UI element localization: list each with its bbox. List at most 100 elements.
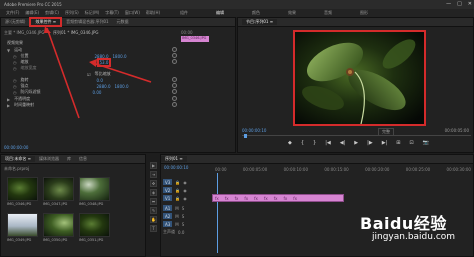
- mark-in-icon[interactable]: {: [301, 140, 304, 146]
- menu-sequence[interactable]: 序列(S): [65, 10, 79, 16]
- selection-tool-icon[interactable]: ▶: [150, 162, 157, 169]
- expand-triangle-icon[interactable]: ▼: [7, 48, 10, 53]
- timeline-playhead[interactable]: [217, 173, 218, 253]
- hand-tool-icon[interactable]: ✋: [150, 216, 157, 223]
- clip-thumbnail[interactable]: [79, 213, 110, 237]
- master-value[interactable]: 0.0: [178, 230, 184, 235]
- tab-media-browser[interactable]: 媒体浏览器: [35, 156, 63, 162]
- playhead-icon[interactable]: [244, 134, 247, 138]
- track-label[interactable]: A2: [163, 213, 173, 219]
- tab-project[interactable]: 项目:未命名 ≡: [1, 156, 35, 162]
- clip-thumbnail[interactable]: [7, 213, 38, 237]
- clip-thumbnail[interactable]: [79, 177, 110, 201]
- menu-file[interactable]: 文件(F): [6, 10, 19, 16]
- menu-marker[interactable]: 标记(M): [85, 10, 100, 16]
- type-tool-icon[interactable]: T: [150, 225, 157, 232]
- close-icon[interactable]: ✕: [468, 1, 472, 7]
- clip-thumbnail[interactable]: [7, 177, 38, 201]
- workspace-editing[interactable]: 编辑: [216, 10, 224, 16]
- keyframe-icon[interactable]: [172, 53, 177, 58]
- stopwatch-icon[interactable]: ◷: [13, 54, 17, 59]
- workspace-color[interactable]: 颜色: [252, 10, 260, 16]
- menu-window[interactable]: 窗口(W): [125, 10, 140, 16]
- time-remap-row[interactable]: ▶ 时间重映射: [7, 102, 34, 108]
- program-frame[interactable]: [293, 30, 426, 126]
- mark-out-icon[interactable]: }: [313, 140, 316, 146]
- track-label[interactable]: V1: [163, 195, 173, 201]
- track-label[interactable]: A3: [163, 221, 173, 227]
- keyframe-icon[interactable]: [172, 59, 177, 64]
- extract-icon[interactable]: ⊡: [409, 140, 413, 146]
- eye-icon[interactable]: ◉: [183, 180, 187, 185]
- clip-thumbnail[interactable]: [43, 213, 74, 237]
- timeline-ruler[interactable]: 00:00 00:00:05:00 00:00:10:00 00:00:15:0…: [215, 167, 471, 172]
- program-ruler[interactable]: [242, 134, 471, 138]
- slip-tool-icon[interactable]: ⬌: [150, 198, 157, 205]
- reset-icon[interactable]: [172, 96, 177, 101]
- stopwatch-icon[interactable]: ◷: [13, 84, 17, 89]
- lock-icon[interactable]: 🔒: [175, 180, 180, 185]
- eye-icon[interactable]: ◉: [183, 196, 187, 201]
- reset-icon[interactable]: [172, 102, 177, 107]
- solo-icon[interactable]: S: [182, 206, 185, 211]
- expand-triangle-icon[interactable]: ▶: [7, 97, 10, 102]
- keyframe-icon[interactable]: [172, 83, 177, 88]
- stopwatch-icon[interactable]: ◷: [13, 90, 17, 95]
- expand-triangle-icon[interactable]: ▶: [7, 103, 10, 108]
- go-to-out-icon[interactable]: ▶|: [382, 140, 388, 146]
- reset-icon[interactable]: [172, 47, 177, 52]
- stopwatch-icon[interactable]: ◷: [13, 78, 17, 83]
- workspace-effects[interactable]: 效果: [288, 10, 296, 16]
- go-to-in-icon[interactable]: |◀: [325, 140, 331, 146]
- stopwatch-icon[interactable]: ◷: [13, 60, 17, 65]
- lift-icon[interactable]: ⊞: [396, 140, 400, 146]
- export-frame-icon[interactable]: 📷: [423, 140, 429, 146]
- maximize-icon[interactable]: □: [457, 1, 462, 7]
- program-timecode[interactable]: 00:00:00:10: [242, 128, 266, 133]
- mini-clip-bar[interactable]: IMG_0346.JPG: [181, 36, 209, 42]
- tab-metadata[interactable]: 元数据: [113, 19, 133, 25]
- menu-help[interactable]: 帮助(H): [146, 10, 160, 16]
- workspace-graphics[interactable]: 图形: [360, 10, 368, 16]
- stopwatch-icon[interactable]: ◷: [13, 66, 17, 71]
- add-marker-icon[interactable]: ◆: [288, 140, 292, 146]
- track-label[interactable]: V2: [163, 187, 173, 193]
- clip-thumbnail[interactable]: [43, 177, 74, 201]
- tab-info[interactable]: 信息: [75, 156, 91, 162]
- razor-tool-icon[interactable]: ◈: [150, 189, 157, 196]
- timeline-timecode[interactable]: 00:00:00:10: [164, 165, 188, 170]
- workspace-audio[interactable]: 音频: [324, 10, 332, 16]
- watermark-url: jingyan.baidu.com: [372, 232, 456, 242]
- mute-icon[interactable]: M: [175, 214, 178, 219]
- tab-program-label[interactable]: 节目:序列01 ≡: [242, 19, 278, 25]
- solo-icon[interactable]: S: [182, 214, 185, 219]
- keyframe-icon[interactable]: [172, 77, 177, 82]
- ripple-edit-tool-icon[interactable]: ✥: [150, 180, 157, 187]
- track-label[interactable]: V3: [163, 179, 173, 185]
- tab-libraries[interactable]: 库: [63, 156, 75, 162]
- video-clip[interactable]: fx fx fx fx fx fx fx fx fx: [212, 194, 344, 202]
- minimize-icon[interactable]: —: [446, 1, 451, 7]
- mute-icon[interactable]: M: [175, 222, 178, 227]
- keyframe-icon[interactable]: [172, 89, 177, 94]
- track-select-tool-icon[interactable]: ⇥: [150, 171, 157, 178]
- scale-width-label: 缩放宽度: [20, 65, 37, 70]
- tab-source[interactable]: 源:(无剪辑): [1, 19, 29, 25]
- solo-icon[interactable]: S: [182, 222, 185, 227]
- effect-controls-timecode[interactable]: 00:00:00:00: [4, 145, 28, 150]
- track-label[interactable]: A1: [163, 205, 173, 211]
- menu-edit[interactable]: 编辑(E): [25, 10, 39, 16]
- step-forward-icon[interactable]: |▶: [367, 140, 373, 146]
- menu-title[interactable]: 字幕(T): [105, 10, 119, 16]
- tab-audio-mixer[interactable]: 音频剪辑混合器:序列01: [62, 19, 112, 25]
- play-icon[interactable]: ▶: [354, 140, 358, 146]
- mute-icon[interactable]: M: [175, 206, 178, 211]
- workspace-assembly[interactable]: 组件: [180, 10, 188, 16]
- lock-icon[interactable]: 🔒: [175, 188, 180, 193]
- eye-icon[interactable]: ◉: [183, 188, 187, 193]
- pen-tool-icon[interactable]: ✎: [150, 207, 157, 214]
- lock-icon[interactable]: 🔒: [175, 196, 180, 201]
- tab-sequence[interactable]: 序列01 ≡: [161, 156, 187, 162]
- step-back-icon[interactable]: ◀|: [340, 140, 346, 146]
- menu-clip[interactable]: 剪辑(C): [45, 10, 59, 16]
